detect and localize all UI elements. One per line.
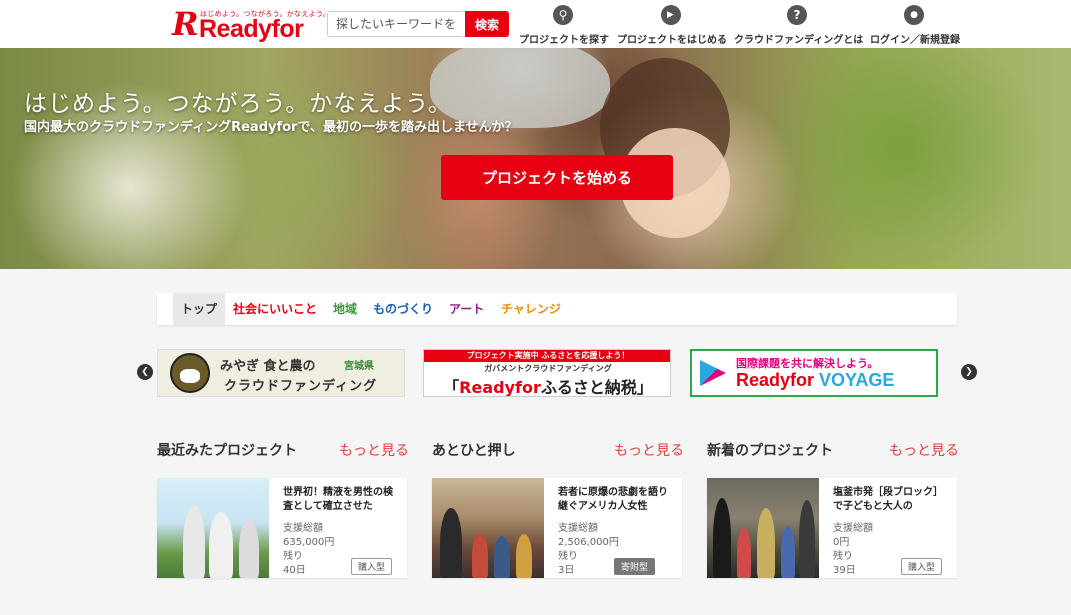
tab-art[interactable]: アート [441, 293, 492, 325]
nav-start-project[interactable]: ▶ プロジェクトをはじめる [617, 5, 727, 46]
nav-login-signup[interactable]: ● ログイン／新規登録 [870, 5, 960, 46]
banner-voyage-main: Readyfor VOYAGE [736, 370, 894, 391]
carousel-next-button[interactable]: ❯ [961, 364, 977, 380]
nav-about-crowdfunding-label: クラウドファンディングとは [734, 35, 864, 46]
thumb-figure [799, 500, 815, 578]
thumb-figure [494, 536, 510, 578]
banner-miyagi-line1: みやぎ 食と農の [220, 359, 316, 374]
site-header: R はじめよう。つながろう。かなえよう。 Readyfor 検索 ⚲ プロジェク… [0, 0, 1071, 48]
raised-label: 支援総額 [558, 523, 598, 534]
play-icon: ▶ [660, 5, 681, 25]
raised-label: 支援総額 [833, 523, 873, 534]
project-thumbnail [157, 478, 269, 578]
project-card-final-push[interactable]: 若者に原爆の悲劇を語り継ぐアメリカ人女性 支援総額 2,506,000円 残り … [432, 478, 682, 578]
remaining-days: 40日 [283, 565, 306, 576]
logo-name: Readyfor [199, 15, 304, 43]
raised-amount: 0円 [833, 537, 850, 548]
tab-challenge[interactable]: チャレンジ [493, 293, 569, 325]
project-card-new[interactable]: 塩釜市発［段ブロック］で子どもと大人の 支援総額 0円 残り 39日 購入型 [707, 478, 957, 578]
hero-subtitle: 国内最大のクラウドファンディングReadyforで、最初の一歩を踏み出しませんか… [24, 120, 518, 135]
project-thumbnail [432, 478, 544, 578]
nav-start-project-label: プロジェクトをはじめる [617, 35, 727, 46]
project-title: 塩釜市発［段ブロック］で子どもと大人の [833, 487, 943, 512]
banner-voyage[interactable]: 国際課題を共に解決しよう。 Readyfor VOYAGE [690, 349, 938, 397]
remaining-days: 39日 [833, 565, 856, 576]
tab-social-good[interactable]: 社会にいいこと [225, 293, 325, 325]
user-icon: ● [904, 5, 924, 25]
thumb-figure [781, 526, 795, 578]
remaining-label: 残り [558, 551, 578, 562]
banner-voyage-top: 国際課題を共に解決しよう。 [736, 357, 879, 370]
search-button[interactable]: 検索 [465, 11, 509, 37]
section-title-final-push: あとひと押し [432, 443, 516, 459]
question-icon: ? [787, 5, 807, 25]
more-link-recent[interactable]: もっと見る [339, 440, 409, 460]
banner-voyage-voyage: VOYAGE [819, 370, 895, 390]
thumb-figure [757, 508, 775, 578]
banner-furusato-brand: Readyfor [459, 378, 541, 397]
project-card-recent[interactable]: 世界初！精液を男性の検査として確立させた 支援総額 635,000円 残り 40… [157, 478, 407, 578]
more-link-new[interactable]: もっと見る [889, 440, 959, 460]
banner-furusato-rest: ふるさと納税」 [540, 378, 653, 397]
tab-monozukuri[interactable]: ものづくり [365, 293, 441, 325]
category-tabs: トップ 社会にいいこと 地域 ものづくり アート チャレンジ [157, 293, 957, 325]
remaining-label: 残り [283, 551, 303, 562]
banner-furusato-mid: ガバメントクラウドファンディング [484, 364, 612, 373]
thumb-figure [472, 533, 488, 578]
more-link-final-push[interactable]: もっと見る [614, 440, 684, 460]
logo-mark: R [172, 5, 199, 43]
project-type-badge: 購入型 [351, 558, 393, 575]
thumb-figure [440, 508, 462, 578]
nav-about-crowdfunding[interactable]: ? クラウドファンディングとは [734, 5, 864, 46]
project-title: 世界初！精液を男性の検査として確立させた [283, 487, 393, 512]
banner-miyagi[interactable]: みやぎ 食と農の 宮城県 クラウドファンディング [157, 349, 405, 397]
readyfor-logo[interactable]: R はじめよう。つながろう。かなえよう。 Readyfor [172, 5, 330, 43]
nav-find-projects[interactable]: ⚲ プロジェクトを探す [519, 5, 609, 46]
banner-miyagi-line2: クラウドファンディング [224, 379, 378, 394]
raised-label: 支援総額 [283, 523, 323, 534]
tab-region[interactable]: 地域 [325, 293, 365, 325]
search-icon: ⚲ [553, 5, 573, 25]
banner-miyagi-pref: 宮城県 [344, 361, 374, 372]
banner-furusato-main: 「Readyforふるさと納税」 [424, 374, 670, 397]
banner-voyage-brand: Readyfor [736, 370, 820, 390]
tab-top[interactable]: トップ [173, 293, 226, 325]
voyage-logo-icon [700, 360, 726, 386]
hero-title: はじめよう。つながろう。かなえよう。 [24, 91, 452, 117]
thumb-figure [713, 498, 731, 578]
nav-login-signup-label: ログイン／新規登録 [870, 35, 960, 46]
raised-amount: 2,506,000円 [558, 537, 619, 548]
project-title: 若者に原爆の悲劇を語り継ぐアメリカ人女性 [558, 487, 668, 512]
remaining-label: 残り [833, 551, 853, 562]
mascot-icon [170, 353, 210, 393]
search-input[interactable] [327, 11, 463, 37]
thumb-figure [209, 512, 233, 578]
project-type-badge: 寄附型 [614, 558, 656, 575]
hero-banner: はじめよう。つながろう。かなえよう。 国内最大のクラウドファンディングReady… [0, 48, 1071, 269]
project-thumbnail [707, 478, 819, 578]
thumb-figure [516, 534, 532, 578]
thumb-figure [183, 506, 205, 578]
project-type-badge: 購入型 [901, 558, 943, 575]
thumb-figure [737, 528, 751, 578]
banner-furusato-bracket: 「 [443, 378, 460, 397]
start-project-button[interactable]: プロジェクトを始める [441, 155, 673, 200]
banner-furusato[interactable]: プロジェクト実施中 ふるさとを応援しよう！ ガバメントクラウドファンディング 「… [423, 349, 671, 397]
nav-find-projects-label: プロジェクトを探す [519, 35, 609, 46]
remaining-days: 3日 [558, 565, 575, 576]
section-title-new: 新着のプロジェクト [707, 443, 833, 459]
banner-furusato-top: プロジェクト実施中 ふるさとを応援しよう！ [424, 350, 670, 362]
raised-amount: 635,000円 [283, 537, 335, 548]
section-title-recent: 最近みたプロジェクト [157, 443, 297, 459]
thumb-figure [239, 520, 259, 578]
carousel-prev-button[interactable]: ❮ [137, 364, 153, 380]
